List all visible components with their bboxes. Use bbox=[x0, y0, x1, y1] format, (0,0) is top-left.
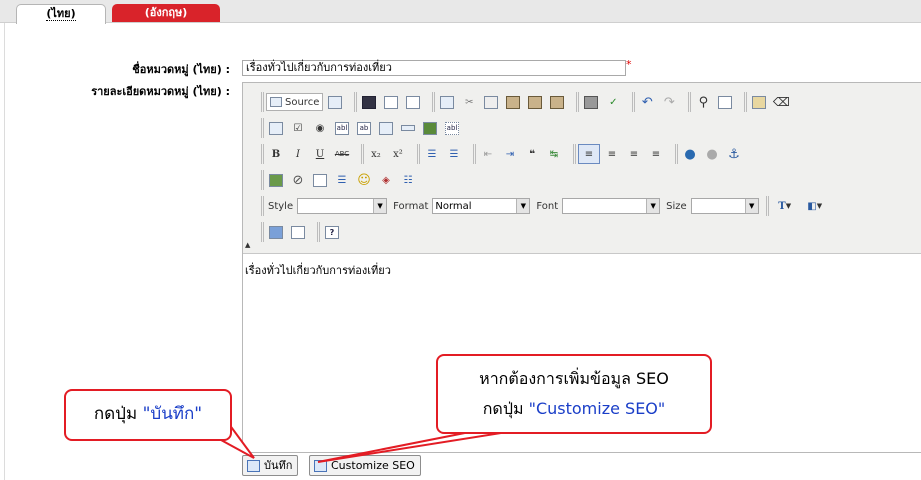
seo-callout-highlight: "Customize SEO" bbox=[528, 399, 666, 418]
seo-callout-pointer bbox=[317, 429, 521, 463]
seo-callout-line1: หากต้องการเพิ่มข้อมูล SEO bbox=[479, 369, 669, 388]
save-instruction-callout: กดปุ่ม "บันทึก" bbox=[64, 389, 232, 441]
seo-callout-prefix: กดปุ่ม bbox=[482, 399, 529, 418]
save-callout-prefix: กดปุ่ม bbox=[93, 404, 143, 424]
seo-instruction-callout: หากต้องการเพิ่มข้อมูล SEO กดปุ่ม "Custom… bbox=[436, 354, 712, 434]
save-callout-highlight: "บันทึก" bbox=[142, 404, 203, 424]
seo-callout-line2: กดปุ่ม "Customize SEO" bbox=[438, 394, 710, 424]
